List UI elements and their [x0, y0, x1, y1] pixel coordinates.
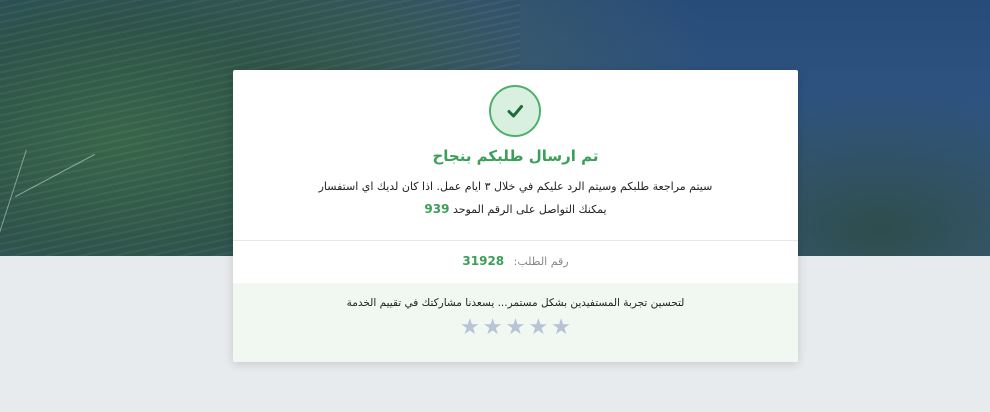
rating-stars: ★ ★ ★ ★ ★ [233, 315, 798, 341]
check-icon [507, 105, 523, 118]
order-number: 31928 [462, 254, 505, 268]
success-message: سيتم مراجعة طلبكم وسيتم الرد عليكم في خل… [233, 176, 798, 221]
star-icon[interactable]: ★ [483, 315, 503, 341]
hotline-number: 939 [424, 202, 450, 216]
star-icon[interactable]: ★ [460, 315, 480, 341]
message-line-2-text: يمكنك التواصل على الرقم الموحد [452, 203, 607, 216]
star-icon[interactable]: ★ [551, 315, 571, 341]
order-info: رقم الطلب: 31928 [233, 254, 798, 268]
rating-prompt: لتحسين تجربة المستفيدين بشكل مستمر... يس… [346, 297, 685, 309]
success-card: تم ارسال طلبكم بنجاح سيتم مراجعة طلبكم و… [233, 70, 798, 362]
star-icon[interactable]: ★ [528, 315, 548, 341]
success-title: تم ارسال طلبكم بنجاح [432, 147, 599, 165]
order-label: رقم الطلب: [513, 255, 569, 268]
divider [233, 240, 798, 241]
check-circle-icon [489, 85, 541, 137]
message-line-2: يمكنك التواصل على الرقم الموحد 939 [233, 198, 798, 221]
message-line-1: سيتم مراجعة طلبكم وسيتم الرد عليكم في خل… [318, 180, 713, 193]
rating-section: لتحسين تجربة المستفيدين بشكل مستمر... يس… [233, 283, 798, 362]
star-icon[interactable]: ★ [506, 315, 526, 341]
